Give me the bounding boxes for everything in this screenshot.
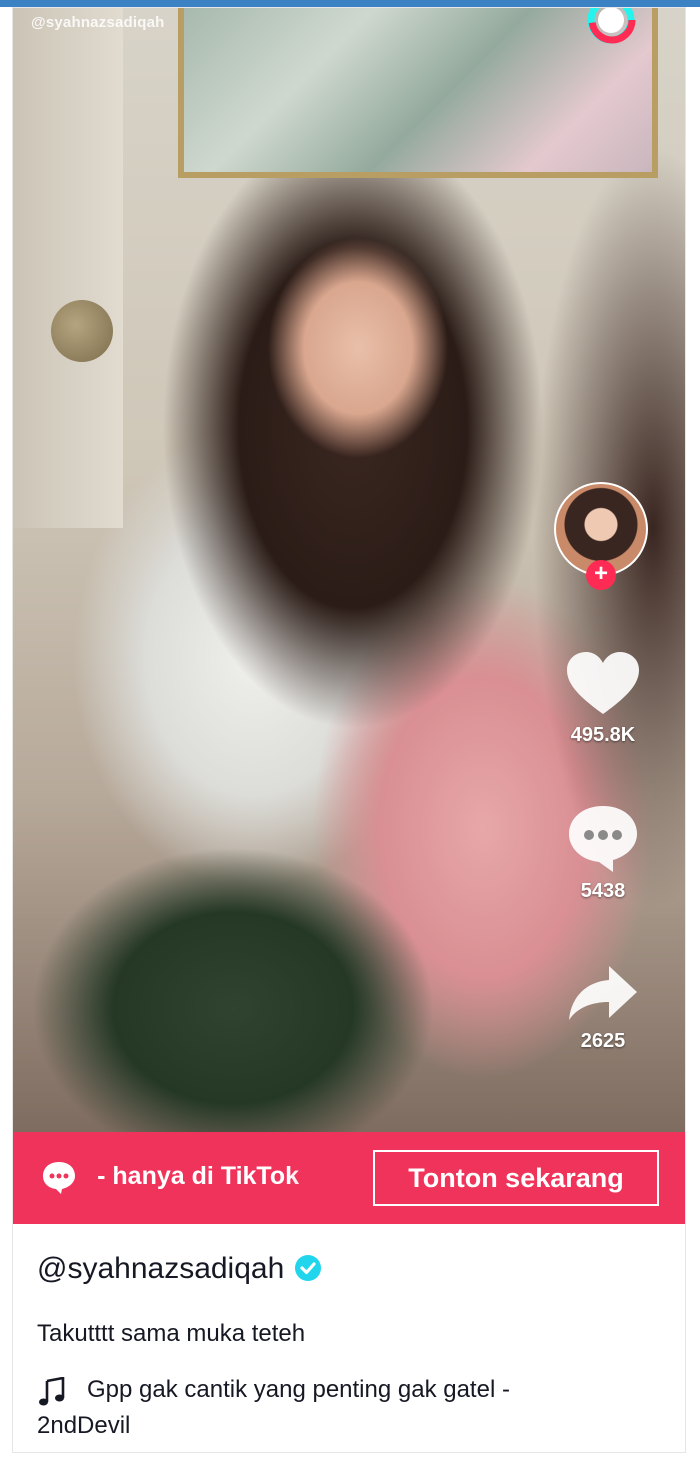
username-link[interactable]: @syahnazsadiqah — [37, 1252, 284, 1285]
share-count: 2625 — [580, 1030, 626, 1052]
share-action[interactable]: 2625 — [553, 962, 653, 1053]
comment-action[interactable]: 5438 — [553, 802, 653, 903]
video-player[interactable]: @syahnazsadiqah + 495.8K 5438 2625 — [13, 8, 685, 1132]
like-count: 495.8K — [570, 724, 636, 746]
comment-count: 5438 — [580, 880, 626, 902]
username-row: @syahnazsadiqah — [37, 1252, 322, 1286]
music-info[interactable]: Gpp gak cantik yang penting gak gatel - … — [37, 1372, 657, 1444]
tiktok-logo-icon — [587, 8, 636, 44]
share-icon[interactable] — [565, 962, 641, 1024]
follow-plus-icon[interactable]: + — [586, 560, 616, 590]
music-title-line2: 2ndDevil — [37, 1412, 131, 1439]
watch-now-button[interactable]: Tonton sekarang — [373, 1150, 659, 1206]
tiktok-embed-card: @syahnazsadiqah + 495.8K 5438 2625 - han… — [12, 7, 686, 1453]
browser-top-strip — [0, 0, 700, 7]
banner-marquee-text: ah - hanya di TikTok — [89, 1162, 300, 1190]
heart-icon[interactable] — [565, 650, 641, 718]
background-door — [13, 8, 123, 528]
music-note-icon — [39, 1377, 65, 1406]
chat-bubble-icon — [43, 1162, 75, 1194]
verified-icon — [295, 1255, 322, 1282]
comment-icon[interactable] — [565, 802, 641, 874]
watch-banner: ah - hanya di TikTok Tonton sekarang — [13, 1132, 685, 1224]
like-action[interactable]: 495.8K — [553, 650, 653, 747]
post-caption: Takutttt sama muka teteh — [37, 1320, 306, 1347]
video-watermark: @syahnazsadiqah — [31, 14, 165, 31]
music-title-line1: Gpp gak cantik yang penting gak gatel - — [87, 1376, 510, 1403]
background-door-knob — [51, 300, 113, 362]
